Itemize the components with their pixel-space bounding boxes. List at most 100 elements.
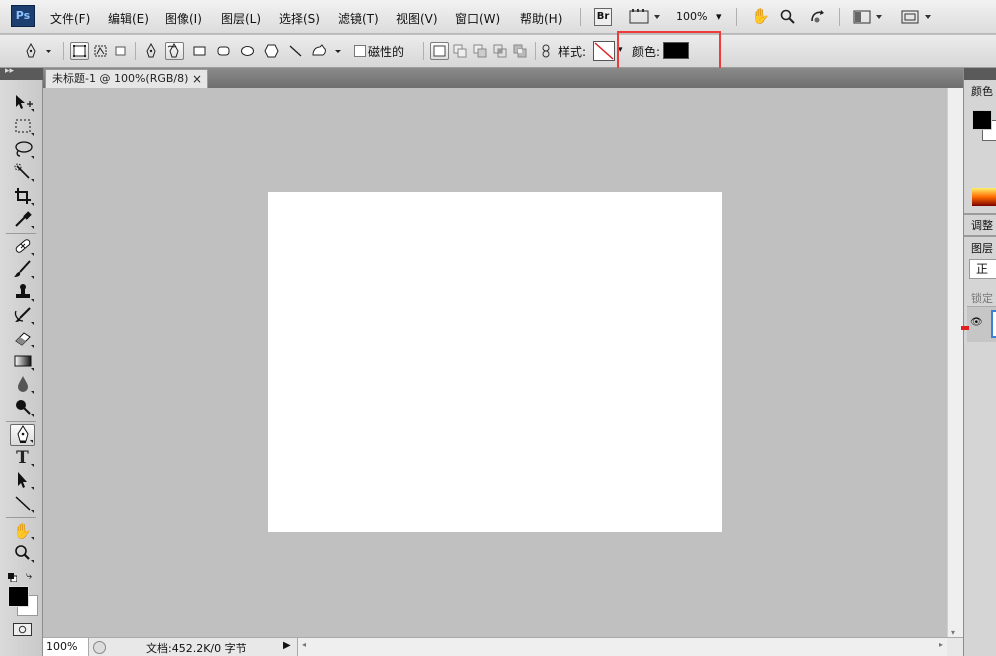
foreground-color-swatch[interactable] [8,586,29,607]
type-tool-icon[interactable]: T [10,447,35,469]
options-separator [535,42,536,60]
color-panel-tab[interactable]: 颜色 [971,83,993,99]
eyedropper-tool-icon[interactable] [10,209,35,231]
default-colors-icon[interactable] [8,571,18,583]
rounded-rectangle-option[interactable] [214,42,233,60]
arrange-documents-button[interactable] [851,8,885,26]
status-bar: 100% 文档:452.2K/0 字节 ▶ ◂ ▸ [43,637,963,656]
paths-mode-button[interactable] [91,42,110,60]
lasso-tool-icon[interactable] [10,139,35,161]
layers-panel-tab[interactable]: 图层 [971,240,993,256]
panel-dock-header[interactable] [964,68,996,80]
scroll-down-arrow-icon[interactable]: ▾ [951,628,955,637]
layout-icon [853,10,882,24]
path-select-tool-icon[interactable] [10,470,35,492]
zoom-icon[interactable] [778,8,798,26]
menu-window[interactable]: 窗口(W) [455,10,500,27]
scroll-right-arrow-icon[interactable]: ▸ [939,640,943,649]
tool-preset-picker[interactable] [22,42,56,60]
layer-thumbnail[interactable] [991,310,996,338]
menu-bar: Ps 文件(F) 编辑(E) 图像(I) 图层(L) 选择(S) 滤镜(T) 视… [0,0,996,34]
horizontal-scrollbar[interactable]: ◂ ▸ [297,638,947,656]
zoom-tool-icon[interactable] [10,543,35,565]
collapse-icon: ▸▸ [5,66,15,76]
quick-mask-button[interactable] [13,623,32,636]
layer-row[interactable]: 👁 [967,306,996,342]
add-to-shape-button[interactable] [451,42,470,60]
menu-image[interactable]: 图像(I) [165,10,202,27]
film-icon [629,9,660,24]
status-info-icon[interactable] [93,641,106,654]
style-swatch[interactable] [593,41,615,61]
color-spectrum-bar[interactable] [972,188,996,206]
brush-tool-icon[interactable] [10,259,35,281]
polygon-option[interactable] [262,42,281,60]
gradient-tool-icon[interactable] [10,351,35,373]
healing-brush-tool-icon[interactable] [10,236,35,258]
screen-view-button[interactable] [628,8,664,26]
hand-tool-icon[interactable]: ✋ [10,520,35,542]
freeform-pen-icon [167,42,179,58]
link-style-button[interactable] [539,42,553,60]
document-tab[interactable]: 未标题-1 @ 100%(RGB/8) × [45,69,208,88]
shape-layers-mode-button[interactable] [70,42,89,60]
polygon-icon [264,44,279,58]
line-tool-icon[interactable] [10,493,35,515]
status-menu-arrow-icon[interactable]: ▶ [283,640,291,651]
close-icon[interactable]: × [192,70,202,88]
custom-shape-icon [312,44,341,56]
menu-layer[interactable]: 图层(L) [221,10,261,27]
new-shape-layer-button[interactable] [430,42,449,60]
menu-filter[interactable]: 滤镜(T) [338,10,379,27]
intersect-area-icon [493,44,507,58]
crop-tool-icon[interactable] [10,186,35,208]
style-label: 样式: [558,45,587,59]
toolbox-separator [6,421,36,422]
swap-colors-icon[interactable]: ⤷ [26,569,32,583]
dodge-tool-icon[interactable] [10,397,35,419]
bridge-button[interactable]: Br [594,8,612,26]
screen-mode-button[interactable] [899,8,935,26]
intersect-shape-button[interactable] [491,42,510,60]
rotate-view-icon[interactable] [808,8,828,26]
blend-mode-select[interactable]: 正常 [969,259,996,279]
quick-select-tool-icon[interactable] [10,162,35,184]
document-size-info: 文档:452.2K/0 字节 [146,642,247,655]
menu-view[interactable]: 视图(V) [396,10,438,27]
marquee-tool-icon[interactable] [10,116,35,138]
history-brush-tool-icon[interactable] [10,305,35,327]
fill-pixels-mode-button[interactable] [111,42,130,60]
menu-help[interactable]: 帮助(H) [520,10,562,27]
rectangle-option[interactable] [190,42,209,60]
clone-stamp-tool-icon[interactable] [10,282,35,304]
menu-edit[interactable]: 编辑(E) [108,10,149,27]
subtract-shape-button[interactable] [471,42,490,60]
options-separator [63,42,64,60]
pen-tool-option[interactable] [142,42,161,60]
eraser-tool-icon[interactable] [10,328,35,350]
move-tool-icon[interactable] [10,92,35,114]
document-canvas[interactable] [268,192,722,532]
line-option[interactable] [286,42,305,60]
screen-mode-icon [901,10,931,24]
panel-foreground-swatch[interactable] [972,110,992,130]
magnetic-checkbox[interactable] [354,45,366,57]
ellipse-option[interactable] [238,42,257,60]
adjustments-panel-tab[interactable]: 调整 [971,217,993,233]
custom-shape-option[interactable] [309,42,345,60]
freeform-pen-option[interactable] [165,42,184,60]
hand-icon[interactable]: ✋ [750,8,770,26]
zoom-dropdown[interactable]: 100% ▾ [675,8,725,26]
vertical-scrollbar[interactable]: ▾ [947,88,963,637]
scroll-left-arrow-icon[interactable]: ◂ [302,640,306,649]
blur-tool-icon[interactable] [10,374,35,396]
pen-tool-icon[interactable] [10,424,35,446]
menu-select[interactable]: 选择(S) [279,10,320,27]
add-area-icon [453,44,467,58]
toolbox-header[interactable]: ▸▸ [0,66,43,80]
menu-file[interactable]: 文件(F) [50,10,90,27]
zoom-level-field[interactable]: 100% [43,638,89,656]
rectangle-icon [193,46,206,56]
visibility-eye-icon[interactable]: 👁 [970,317,983,328]
exclude-shape-button[interactable] [511,42,530,60]
